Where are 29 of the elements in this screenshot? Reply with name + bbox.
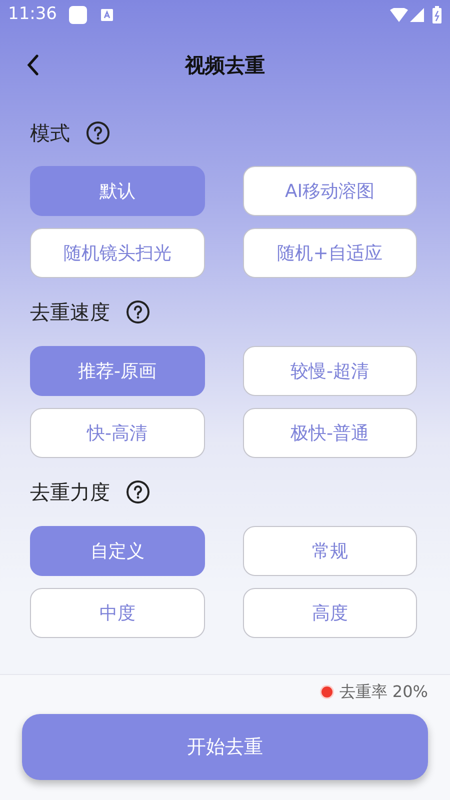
option-button[interactable]: 快-高清 bbox=[30, 408, 204, 458]
section-title: 模式 bbox=[30, 120, 70, 147]
option-button[interactable]: 较慢-超清 bbox=[242, 346, 417, 396]
option-button[interactable]: 随机镜头扫光 bbox=[30, 228, 204, 278]
option-button[interactable]: 极快-普通 bbox=[242, 408, 417, 458]
option-button[interactable]: 高度 bbox=[242, 588, 417, 638]
signal-icon bbox=[410, 8, 424, 22]
option-button[interactable]: 常规 bbox=[242, 526, 417, 576]
record-icon bbox=[319, 684, 336, 700]
section-title: 去重速度 bbox=[30, 299, 110, 326]
dedup-rate: 去重率 20% bbox=[339, 681, 428, 703]
help-icon[interactable] bbox=[126, 300, 150, 324]
back-icon bbox=[26, 54, 40, 76]
battery-icon bbox=[432, 6, 442, 24]
section-title: 去重力度 bbox=[30, 479, 110, 506]
option-button[interactable]: 默认 bbox=[30, 166, 204, 216]
page-title: 视频去重 bbox=[185, 52, 265, 79]
start-button[interactable]: 开始去重 bbox=[22, 714, 428, 780]
keyboard-notification-icon bbox=[101, 9, 113, 21]
app-notification-icon bbox=[69, 6, 87, 24]
help-icon[interactable] bbox=[126, 480, 150, 504]
option-button[interactable]: 推荐-原画 bbox=[30, 346, 204, 396]
option-button[interactable]: 随机+自适应 bbox=[242, 228, 417, 278]
option-button[interactable]: 自定义 bbox=[30, 526, 204, 576]
help-icon[interactable] bbox=[86, 121, 110, 145]
status-time: 11:36 bbox=[8, 3, 57, 26]
option-button[interactable]: AI移动溶图 bbox=[242, 166, 417, 216]
wifi-icon bbox=[390, 8, 408, 22]
option-button[interactable]: 中度 bbox=[30, 588, 204, 638]
